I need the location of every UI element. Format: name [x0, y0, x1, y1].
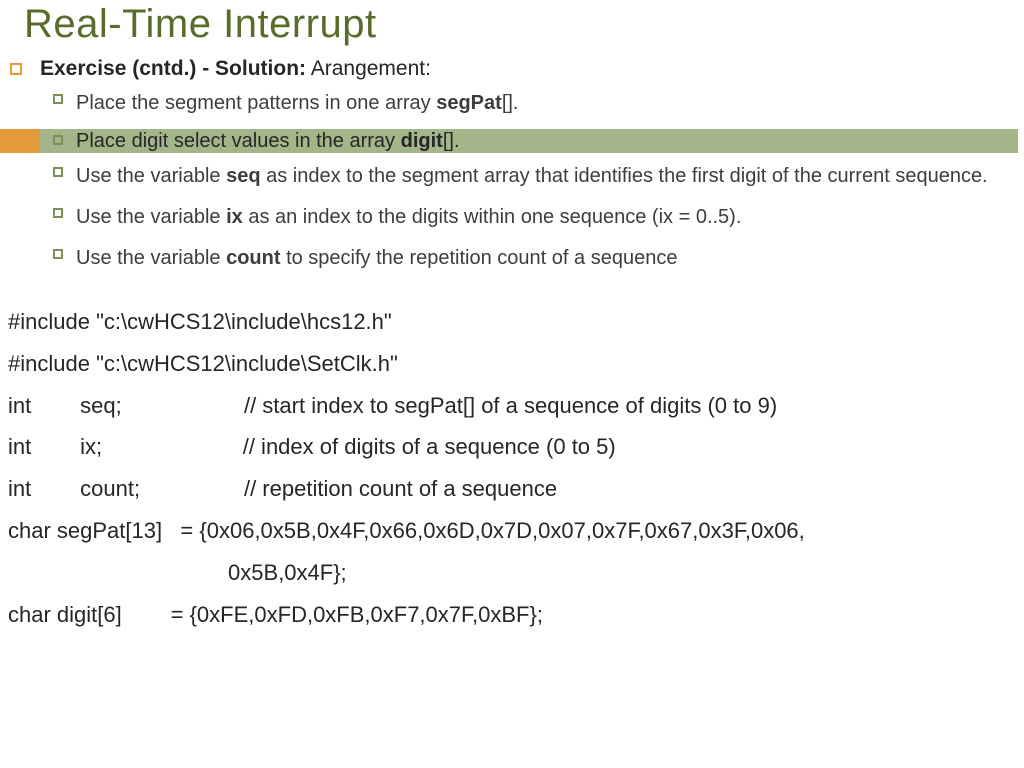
exercise-heading: Exercise (cntd.) - Solution: Arangement:	[0, 53, 1024, 85]
code-line: int count; // repetition count of a sequ…	[8, 468, 1024, 510]
bullet-bold: ix	[226, 206, 243, 228]
bullet-text-wrap: Place digit select values in the array d…	[76, 129, 460, 153]
bullet-sub-box-icon	[53, 249, 63, 259]
bullet-tail: [].	[443, 130, 460, 152]
bullet-item: Use the variable count to specify the re…	[0, 240, 1024, 281]
code-line: int seq; // start index to segPat[] of a…	[8, 385, 1024, 427]
bullet-sub-box-icon	[53, 167, 63, 177]
bullet-item-highlighted: Place digit select values in the array d…	[0, 126, 1024, 158]
code-line: #include "c:\cwHCS12\include\hcs12.h"	[8, 301, 1024, 343]
bullet-bold: seq	[226, 165, 260, 187]
slide: Real-Time Interrupt Exercise (cntd.) - S…	[0, 0, 1024, 768]
bullet-text: Use the variable	[76, 165, 226, 187]
code-line: char segPat[13] = {0x06,0x5B,0x4F,0x66,0…	[8, 510, 1024, 552]
bullet-tail: as an index to the digits within one seq…	[243, 206, 742, 228]
bullet-text: Use the variable	[76, 206, 226, 228]
bullet-tail: [].	[502, 92, 519, 114]
bullet-sub-box-icon	[53, 94, 63, 104]
bullet-sub-box-icon	[53, 208, 63, 218]
code-line: int ix; // index of digits of a sequence…	[8, 426, 1024, 468]
bullet-box-icon	[10, 63, 22, 75]
bullet-bold: count	[226, 247, 280, 269]
bullet-item: Place the segment patterns in one array …	[0, 85, 1024, 126]
exercise-tail: Arangement:	[306, 57, 431, 80]
bullet-bold: segPat	[436, 92, 502, 114]
highlight-orange-icon	[0, 129, 40, 153]
code-line: char digit[6] = {0xFE,0xFD,0xFB,0xF7,0x7…	[8, 594, 1024, 636]
code-line: #include "c:\cwHCS12\include\SetClk.h"	[8, 343, 1024, 385]
bullet-text: Use the variable	[76, 247, 226, 269]
bullet-item: Use the variable ix as an index to the d…	[0, 199, 1024, 240]
bullet-sub-box-icon	[53, 135, 63, 145]
bullet-item: Use the variable seq as index to the seg…	[0, 158, 1024, 199]
bullet-tail: to specify the repetition count of a seq…	[281, 247, 678, 269]
bullet-text: Place the segment patterns in one array	[76, 92, 436, 114]
code-line: 0x5B,0x4F};	[8, 552, 1024, 594]
bullet-bold: digit	[401, 130, 443, 152]
bullet-tail: as index to the segment array that ident…	[261, 165, 988, 187]
exercise-label: Exercise (cntd.) - Solution:	[40, 57, 306, 80]
bullet-text: Place digit select values in the array	[76, 130, 401, 152]
slide-title: Real-Time Interrupt	[0, 0, 1024, 53]
code-block: #include "c:\cwHCS12\include\hcs12.h" #i…	[0, 281, 1024, 635]
